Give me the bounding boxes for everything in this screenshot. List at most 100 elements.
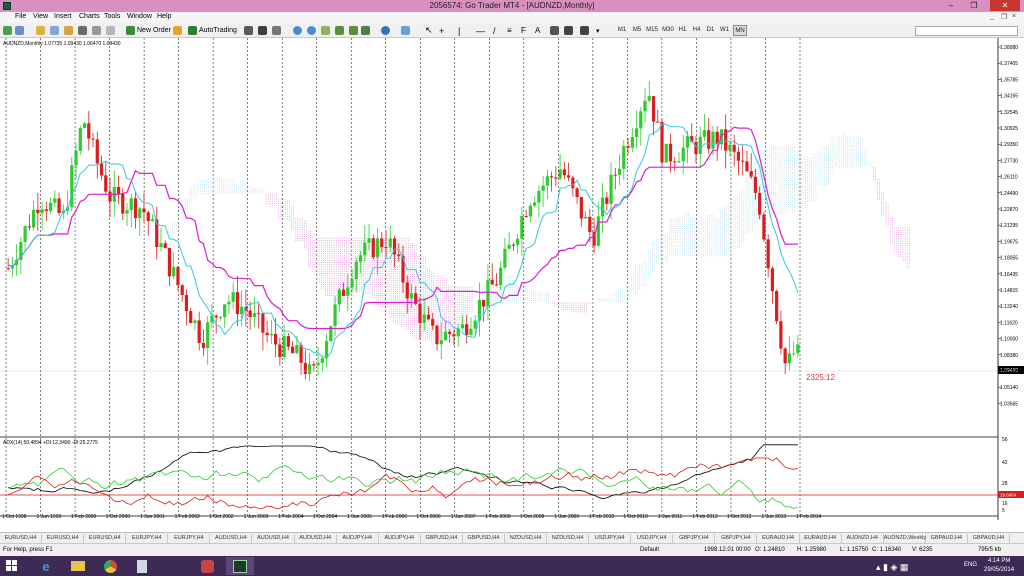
vertical-line-button[interactable]: | bbox=[458, 25, 460, 36]
mdi-restore-button[interactable]: ❐ bbox=[1001, 13, 1007, 21]
chart-window[interactable]: AUDNZD,Monthly 1.07735 1.09430 1.06470 1… bbox=[0, 38, 1024, 520]
timeframe-h4[interactable]: H4 bbox=[691, 25, 702, 36]
chart-tab[interactable]: USDJPY,H4 bbox=[631, 534, 674, 543]
menu-window[interactable]: Window bbox=[127, 13, 152, 20]
mdi-close-button[interactable]: × bbox=[1012, 13, 1016, 20]
chart-tab[interactable]: AUDJPY,H4 bbox=[379, 534, 421, 543]
chart-tab[interactable]: GBPAUD,H4 bbox=[926, 534, 968, 543]
price-tick-label: 1.18055 bbox=[1000, 256, 1018, 262]
chart-tab[interactable]: EURAUD,H4 bbox=[800, 534, 842, 543]
templates-button[interactable] bbox=[401, 25, 410, 36]
market-watch-button[interactable] bbox=[36, 25, 45, 36]
zoom-in-button[interactable] bbox=[293, 25, 302, 36]
chart-tab[interactable]: AUDUSD,H4 bbox=[210, 534, 253, 543]
chart-tab[interactable]: GBPJPY,H4 bbox=[673, 534, 716, 543]
chart-tab[interactable]: NZDUSD,H4 bbox=[547, 534, 590, 543]
menu-view[interactable]: View bbox=[33, 13, 48, 20]
terminal-button[interactable] bbox=[78, 25, 87, 36]
chart-tab[interactable]: EURUSD,H4 bbox=[42, 534, 85, 543]
autotrading-button[interactable]: AutoTrading bbox=[188, 25, 237, 36]
fibonacci-button[interactable]: F bbox=[521, 25, 526, 36]
taskbar-paint[interactable] bbox=[193, 557, 221, 575]
chart-tab[interactable]: EURAUD,H4 bbox=[758, 534, 800, 543]
metaeditor-button[interactable] bbox=[173, 25, 182, 36]
tester-button[interactable] bbox=[92, 25, 101, 36]
timeframe-m30[interactable]: M30 bbox=[661, 25, 675, 36]
label-button[interactable] bbox=[550, 25, 559, 36]
start-button[interactable] bbox=[0, 557, 24, 575]
trendline-button[interactable]: / bbox=[493, 25, 496, 36]
bar-chart-button[interactable] bbox=[244, 25, 253, 36]
menu-tools[interactable]: Tools bbox=[104, 13, 120, 20]
tray-icons[interactable]: ▴ ▮ ◈ ▦ bbox=[876, 562, 908, 573]
zoom-out-button[interactable] bbox=[307, 25, 316, 36]
chart-tab[interactable]: EURJPY,H4 bbox=[168, 534, 211, 543]
timeframe-h1[interactable]: H1 bbox=[677, 25, 688, 36]
candle-body bbox=[78, 127, 82, 151]
taskbar-explorer[interactable] bbox=[64, 557, 92, 575]
more-tools-button[interactable]: ▾ bbox=[596, 25, 600, 36]
experts-button[interactable] bbox=[106, 25, 115, 36]
chart-tab[interactable]: GBPUSD,H4 bbox=[463, 534, 505, 543]
chart-tab[interactable]: GBPUSD,H4 bbox=[421, 534, 463, 543]
horizontal-line-button[interactable]: — bbox=[476, 25, 485, 36]
navigator-button[interactable] bbox=[64, 25, 73, 36]
minimize-button[interactable]: – bbox=[940, 0, 962, 11]
line-chart-button[interactable] bbox=[272, 25, 281, 36]
chart-tab[interactable]: GBPAUD,H4 bbox=[968, 534, 1010, 543]
data-window-button[interactable] bbox=[50, 25, 59, 36]
chart-canvas[interactable]: AUDNZD,Monthly 1.07735 1.09430 1.06470 1… bbox=[0, 38, 1024, 520]
chart-tab[interactable]: AUDNZD,Weekly bbox=[884, 534, 926, 543]
timeframe-d1[interactable]: D1 bbox=[705, 25, 716, 36]
new-chart-button[interactable] bbox=[3, 25, 12, 36]
equidistant-channel-button[interactable]: ≡ bbox=[507, 25, 512, 36]
new-order-button[interactable]: New Order bbox=[126, 25, 171, 36]
arrows-button[interactable] bbox=[580, 25, 589, 36]
indicators-button[interactable] bbox=[361, 25, 370, 36]
chart-tab[interactable]: EURJPY,H4 bbox=[126, 534, 169, 543]
timeframe-mn[interactable]: MN bbox=[733, 25, 747, 36]
timeframe-m5[interactable]: M5 bbox=[631, 25, 643, 36]
candle-body bbox=[681, 147, 685, 162]
chart-shift-button[interactable] bbox=[335, 25, 344, 36]
chart-tab[interactable]: EURUSD,H4 bbox=[84, 534, 127, 543]
menu-help[interactable]: Help bbox=[157, 13, 171, 20]
periods-button[interactable] bbox=[381, 25, 390, 36]
clock-time[interactable]: 4:14 PM bbox=[988, 558, 1010, 564]
taskbar-mt4[interactable] bbox=[226, 557, 254, 575]
language-indicator[interactable]: ENG bbox=[964, 562, 977, 568]
clock-date[interactable]: 29/05/2014 bbox=[984, 567, 1014, 573]
menu-charts[interactable]: Charts bbox=[79, 13, 100, 20]
crosshair-button[interactable]: + bbox=[439, 25, 444, 36]
candle-body bbox=[609, 174, 613, 204]
chart-tab[interactable]: AUDUSD,H4 bbox=[253, 534, 295, 543]
candle-body bbox=[409, 293, 414, 299]
autoscroll-button[interactable] bbox=[349, 25, 358, 36]
chart-tab[interactable]: EURUSD,H4 bbox=[0, 534, 43, 543]
chart-tab[interactable]: AUDJPY,H4 bbox=[337, 534, 379, 543]
search-input[interactable] bbox=[915, 26, 1018, 36]
cursor-button[interactable]: ↖ bbox=[425, 25, 433, 36]
shapes-button[interactable] bbox=[564, 25, 573, 36]
taskbar-calculator[interactable] bbox=[128, 557, 156, 575]
tile-windows-button[interactable] bbox=[321, 25, 330, 36]
chart-tab[interactable]: GBPJPY,H4 bbox=[715, 534, 758, 543]
chart-tab[interactable]: AUDNZD,H4 bbox=[842, 534, 884, 543]
taskbar-ie[interactable]: e bbox=[32, 557, 60, 575]
timeframe-m15[interactable]: M15 bbox=[645, 25, 659, 36]
chart-tab[interactable]: NZDUSD,H4 bbox=[505, 534, 548, 543]
candle-body bbox=[337, 289, 341, 305]
menu-file[interactable]: File bbox=[15, 13, 26, 20]
menu-insert[interactable]: Insert bbox=[54, 13, 72, 20]
taskbar-chrome[interactable] bbox=[96, 557, 124, 575]
timeframe-w1[interactable]: W1 bbox=[719, 25, 730, 36]
candlestick-button[interactable] bbox=[258, 25, 267, 36]
profiles-button[interactable] bbox=[15, 25, 24, 36]
mdi-minimize-button[interactable]: _ bbox=[990, 13, 994, 20]
chart-tab[interactable]: AUDUSD,H4 bbox=[295, 534, 337, 543]
restore-button[interactable]: ❒ bbox=[963, 0, 985, 11]
text-button[interactable]: A bbox=[535, 25, 540, 36]
timeframe-m1[interactable]: M1 bbox=[616, 25, 628, 36]
chart-tab[interactable]: USDJPY,H4 bbox=[589, 534, 632, 543]
close-button[interactable]: ✕ bbox=[990, 0, 1020, 11]
